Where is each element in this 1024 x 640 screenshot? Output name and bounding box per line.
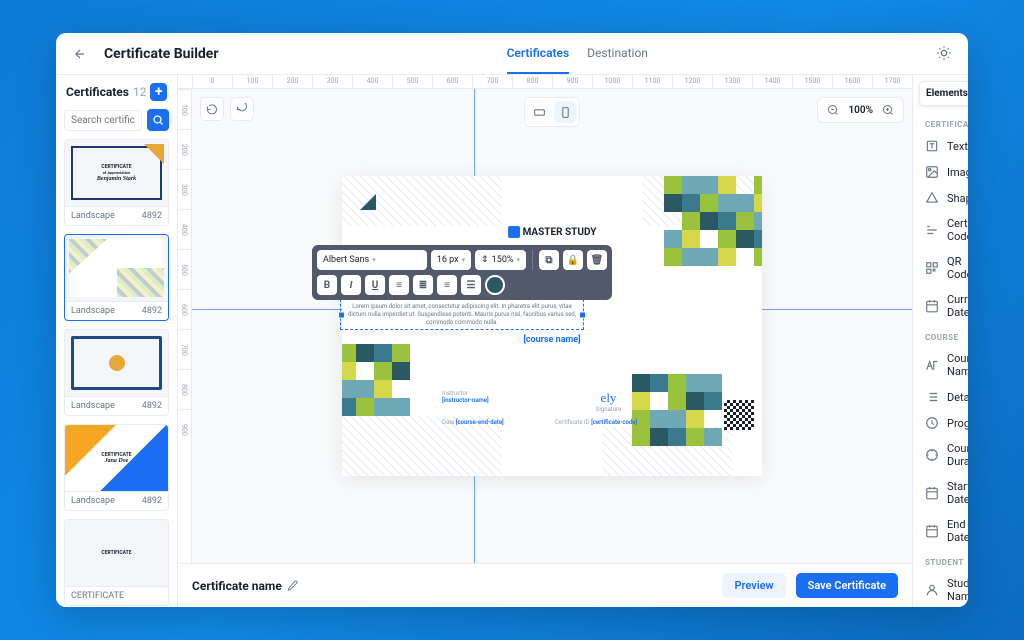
align-justify-button[interactable]: ☰ bbox=[461, 275, 481, 295]
element-start-date[interactable]: Start Date bbox=[913, 474, 968, 512]
preview-button[interactable]: Preview bbox=[722, 573, 785, 598]
landscape-toggle[interactable] bbox=[528, 101, 550, 123]
font-select[interactable]: Albert Sans bbox=[317, 250, 427, 270]
brightness-icon[interactable] bbox=[936, 45, 954, 63]
align-left-button[interactable]: ≡ bbox=[389, 275, 409, 295]
user-icon bbox=[925, 583, 939, 597]
code-icon bbox=[925, 223, 939, 237]
certificate-thumb[interactable]: CERTIFICATECERTIFICATE bbox=[64, 519, 169, 606]
certificate-thumb[interactable]: CERTIFICATEJana DoeLandscape4892 bbox=[64, 424, 169, 511]
pencil-icon[interactable] bbox=[287, 580, 298, 591]
undo-button[interactable] bbox=[200, 97, 224, 121]
element-progress[interactable]: Progress bbox=[913, 410, 968, 436]
element-current-date[interactable]: Current Date bbox=[913, 287, 968, 325]
element-certificate-code[interactable]: Certificate Code bbox=[913, 211, 968, 249]
qr-icon bbox=[925, 261, 939, 275]
search-button[interactable] bbox=[147, 109, 169, 131]
portrait-toggle[interactable] bbox=[554, 101, 576, 123]
sidebar-count: 12 bbox=[133, 85, 147, 99]
image-icon bbox=[925, 165, 939, 179]
scale-select[interactable]: ⇕ 150% bbox=[475, 250, 526, 270]
date-icon bbox=[925, 299, 939, 313]
element-text[interactable]: Text bbox=[913, 133, 968, 159]
lock-button[interactable]: 🔒 bbox=[563, 250, 583, 270]
element-details[interactable]: Details bbox=[913, 384, 968, 410]
align-right-button[interactable]: ≡ bbox=[437, 275, 457, 295]
align-center-button[interactable]: ≣ bbox=[413, 275, 433, 295]
selected-text-block[interactable]: Lorem ipsum dolor sit amet, consectetur … bbox=[340, 299, 584, 330]
italic-button[interactable]: I bbox=[341, 275, 361, 295]
element-image[interactable]: Image bbox=[913, 159, 968, 185]
zoom-in-button[interactable] bbox=[879, 101, 897, 119]
prog-icon bbox=[925, 416, 939, 430]
element-course-duration[interactable]: Course DurationNEW bbox=[913, 436, 968, 474]
underline-button[interactable]: U bbox=[365, 275, 385, 295]
certificate-name[interactable]: Certificate name bbox=[192, 579, 282, 593]
redo-button[interactable] bbox=[230, 97, 254, 121]
add-certificate-button[interactable]: + bbox=[150, 83, 167, 101]
brand-icon bbox=[508, 226, 520, 238]
element-qr-code[interactable]: QR CodeNEW bbox=[913, 249, 968, 287]
sidebar-title: Certificates bbox=[66, 85, 129, 99]
certificate-thumb[interactable]: CERTIFICATEof AppreciationBenjamin Stark… bbox=[64, 139, 169, 226]
element-student-name[interactable]: Student Name bbox=[913, 571, 968, 607]
tab-certificates[interactable]: Certificates bbox=[507, 34, 570, 74]
zoom-out-button[interactable] bbox=[824, 101, 842, 119]
delete-button[interactable]: 🗑 bbox=[587, 250, 607, 270]
aa-icon bbox=[925, 358, 939, 372]
copy-button[interactable]: ⧉ bbox=[539, 250, 559, 270]
qr-code bbox=[724, 400, 754, 430]
search-input[interactable] bbox=[64, 110, 142, 131]
list-icon bbox=[925, 390, 939, 404]
date-icon bbox=[925, 486, 939, 500]
save-button[interactable]: Save Certificate bbox=[796, 573, 898, 598]
tab-elements[interactable]: Elements bbox=[919, 81, 968, 106]
course-name-field[interactable]: [course name] bbox=[192, 335, 912, 345]
back-button[interactable] bbox=[70, 44, 90, 64]
color-picker[interactable] bbox=[485, 275, 505, 295]
section-header: CERTIFICATE bbox=[913, 112, 968, 133]
section-header: STUDENT bbox=[913, 550, 968, 571]
size-select[interactable]: 16 px bbox=[431, 250, 471, 270]
brand-name: MASTER STUDY bbox=[523, 227, 597, 238]
signature: ely bbox=[555, 390, 662, 406]
shape-icon bbox=[925, 191, 939, 205]
text-icon bbox=[925, 139, 939, 153]
element-end-date[interactable]: End Date bbox=[913, 512, 968, 550]
date-icon bbox=[925, 524, 939, 538]
bold-button[interactable]: B bbox=[317, 275, 337, 295]
text-toolbar: Albert Sans 16 px ⇕ 150% ⧉ 🔒 🗑 B I U bbox=[312, 245, 612, 300]
section-header: COURSE bbox=[913, 325, 968, 346]
certificate-thumb[interactable]: Landscape4892 bbox=[64, 234, 169, 321]
zoom-level: 100% bbox=[848, 105, 873, 116]
element-shape[interactable]: ShapeNEW bbox=[913, 185, 968, 211]
dur-icon bbox=[925, 448, 939, 462]
element-course-name[interactable]: Course Name bbox=[913, 346, 968, 384]
tab-destination[interactable]: Destination bbox=[587, 34, 648, 74]
certificate-thumb[interactable]: Landscape4892 bbox=[64, 329, 169, 416]
page-title: Certificate Builder bbox=[104, 46, 219, 62]
